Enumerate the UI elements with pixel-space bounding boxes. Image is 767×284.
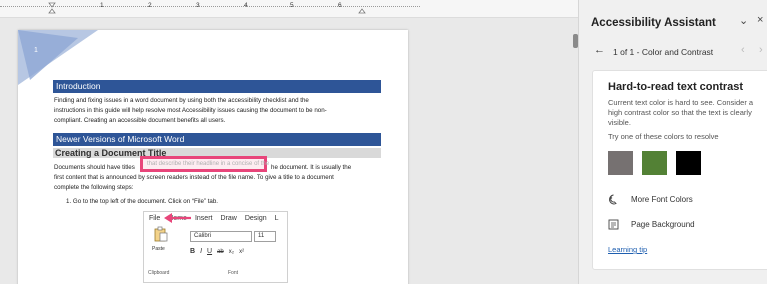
paragraph-line: first content that is announced by scree… <box>54 174 334 181</box>
low-contrast-text: that describe their headline in a concis… <box>147 161 270 167</box>
pointer-arrow-icon <box>164 213 191 223</box>
page-background-button[interactable]: Page Background <box>608 219 695 230</box>
font-group-label: Font <box>228 270 239 276</box>
underline-icon: U <box>207 248 213 255</box>
issue-counter: 1 of 1 - Color and Contrast <box>613 47 714 57</box>
italic-icon: I <box>200 248 203 255</box>
paragraph-line: compliant. Creating an accessible docume… <box>54 117 226 124</box>
page-number: 1 <box>34 47 38 54</box>
close-icon[interactable]: × <box>757 14 763 26</box>
issue-title: Hard-to-read text contrast <box>608 81 744 93</box>
pane-options-chevron-icon[interactable]: ⌄ <box>739 14 748 27</box>
right-indent-marker-icon[interactable] <box>358 2 366 14</box>
ruler-number: 5 <box>290 2 294 9</box>
page-corner-decoration-icon <box>18 30 98 85</box>
paragraph-line: instructions in this guide will help res… <box>54 107 327 114</box>
paste-label: Paste <box>152 246 165 252</box>
font-size-box: 11 <box>254 231 276 242</box>
palette-icon <box>609 194 617 205</box>
format-buttons: B I U ab x₂ x² <box>190 248 244 255</box>
ruler-number: 6 <box>338 2 342 9</box>
indent-marker-icon[interactable] <box>48 2 56 14</box>
heading-introduction: Introduction <box>53 80 381 93</box>
tab-insert: Insert <box>194 215 213 222</box>
bold-icon: B <box>190 248 196 255</box>
document-area: 1 2 3 4 5 6 1 Introduction Finding and f… <box>0 0 578 284</box>
tab-draw: Draw <box>220 215 237 222</box>
previous-issue-icon[interactable]: ‹ <box>741 44 745 56</box>
tab-design: Design <box>244 215 267 222</box>
suggestion-label: Try one of these colors to resolve <box>608 132 719 141</box>
back-arrow-icon[interactable]: ← <box>594 44 605 56</box>
color-swatch-green[interactable] <box>642 151 667 175</box>
paragraph-line: he document. It is usually the <box>271 164 352 171</box>
ruler-track <box>0 6 420 12</box>
pane-title: Accessibility Assistant <box>591 17 716 29</box>
issue-card: Hard-to-read text contrast Current text … <box>592 70 767 270</box>
superscript-icon: x² <box>239 248 245 255</box>
issue-navigation: ← 1 of 1 - Color and Contrast ‹ › <box>591 44 767 60</box>
ruler-number: 3 <box>196 2 200 9</box>
page-background-icon <box>608 219 619 230</box>
more-font-colors-label: More Font Colors <box>631 195 693 204</box>
ruler-number: 2 <box>148 2 152 9</box>
paste-icon <box>154 226 168 242</box>
paragraph-line: complete the following steps: <box>54 184 134 191</box>
heading-newer-versions: Newer Versions of Microsoft Word <box>53 133 381 146</box>
page-background-label: Page Background <box>631 220 695 229</box>
font-name-box: Calibri <box>190 231 252 242</box>
issue-description: Current text color is hard to see. Consi… <box>608 98 754 127</box>
strikethrough-icon: ab <box>217 248 224 255</box>
tab-file: File <box>149 215 161 222</box>
learning-tip-link[interactable]: Learning tip <box>608 245 647 254</box>
clipboard-group-label: Clipboard <box>148 270 170 276</box>
ruler-number: 4 <box>244 2 248 9</box>
horizontal-ruler[interactable]: 1 2 3 4 5 6 <box>0 0 578 18</box>
list-item: 1. Go to the top left of the document. C… <box>66 198 219 205</box>
ruler-number: 1 <box>100 2 104 9</box>
next-issue-icon[interactable]: › <box>759 44 763 56</box>
tab-layout: L <box>274 215 279 222</box>
paragraph-line: Finding and fixing issues in a word docu… <box>54 97 309 104</box>
more-font-colors-button[interactable]: More Font Colors <box>608 194 693 205</box>
subscript-icon: x₂ <box>228 248 235 255</box>
color-swatch-black[interactable] <box>676 151 701 175</box>
color-swatch-gray[interactable] <box>608 151 633 175</box>
